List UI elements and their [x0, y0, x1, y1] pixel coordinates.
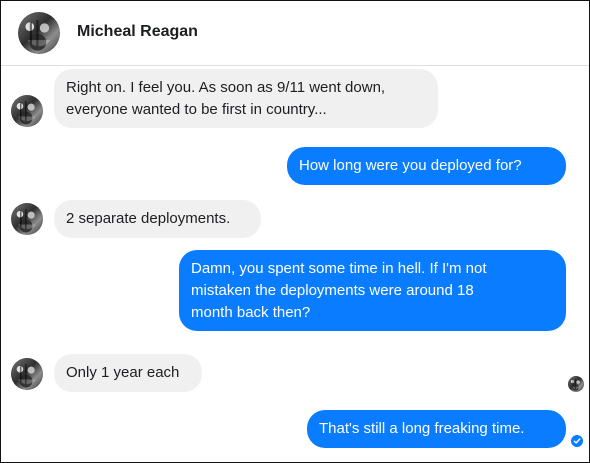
- contact-avatar-icon: [11, 358, 43, 390]
- message-bubble-outgoing: That's still a long freaking time.: [307, 410, 566, 448]
- message-bubble-outgoing: How long were you deployed for?: [287, 147, 566, 185]
- contact-name[interactable]: Micheal Reagan: [77, 23, 198, 41]
- message-bubble-incoming: 2 separate deployments.: [54, 200, 261, 238]
- check-circle-icon: [571, 435, 583, 447]
- message-bubble-outgoing: Damn, you spent some time in hell. If I'…: [179, 250, 566, 331]
- contact-avatar-icon: [11, 95, 43, 127]
- chat-window: Micheal Reagan Right on. I feel you. As …: [0, 0, 590, 463]
- chat-header: Micheal Reagan: [1, 1, 589, 66]
- contact-avatar-icon[interactable]: [18, 12, 60, 54]
- message-bubble-incoming: Right on. I feel you. As soon as 9/11 we…: [54, 69, 438, 128]
- contact-avatar-icon: [11, 203, 43, 235]
- message-bubble-incoming: Only 1 year each: [54, 354, 202, 392]
- seen-avatar-icon: [568, 376, 584, 392]
